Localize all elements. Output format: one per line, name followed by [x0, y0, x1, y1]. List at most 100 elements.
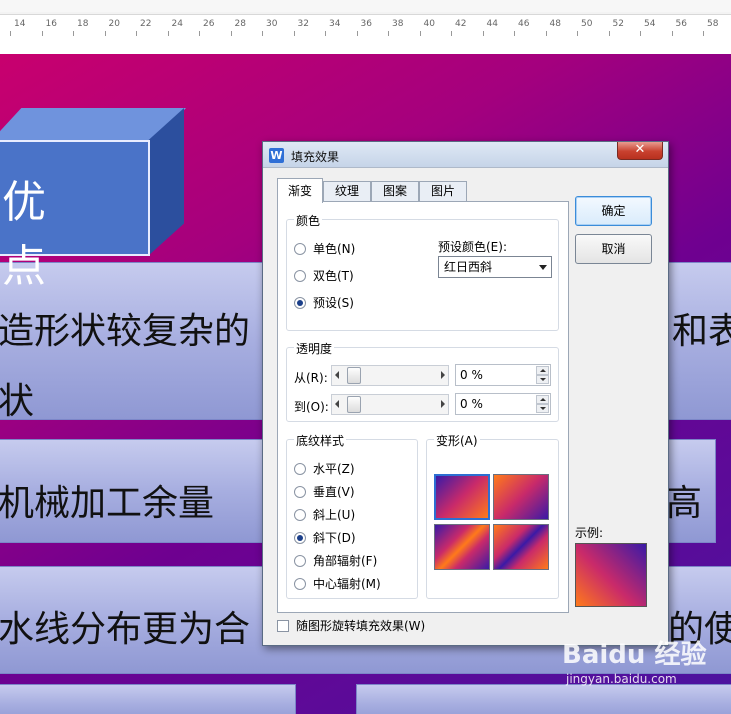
color-group-title: 颜色: [294, 212, 323, 229]
transparency-to-label: 到(O):: [294, 400, 329, 414]
radio-preset[interactable]: 预设(S): [294, 294, 354, 311]
spinner-buttons: [536, 366, 549, 384]
content-bar-4[interactable]: [0, 684, 296, 714]
ruler-number: 58: [707, 19, 719, 29]
radio-diagonal-down[interactable]: 斜下(D): [294, 529, 356, 546]
tab-pattern[interactable]: 图案: [371, 181, 419, 202]
slider-left-arrow-icon[interactable]: [335, 400, 339, 408]
spinner-buttons: [536, 395, 549, 413]
radio-one-color-label: 单色(N): [313, 242, 356, 256]
spin-up-icon[interactable]: [536, 366, 549, 375]
close-button[interactable]: ✕: [617, 142, 663, 160]
ruler-number: 42: [455, 19, 467, 29]
slider-right-arrow-icon[interactable]: [441, 400, 445, 408]
transparency-from-label: 从(R):: [294, 371, 328, 385]
ruler-tick: [451, 31, 452, 36]
ruler-tick: [482, 31, 484, 36]
variants-group: 变形(A): [426, 432, 559, 599]
ruler-number: 50: [581, 19, 593, 29]
ruler-tick: [640, 31, 641, 36]
transparency-from-value: 0 %: [460, 368, 483, 382]
tab-texture[interactable]: 纹理: [323, 181, 371, 202]
cancel-button[interactable]: 取消: [575, 234, 652, 264]
preset-colors-label: 预设颜色(E):: [438, 240, 507, 254]
horizontal-ruler: 14 16 18 20 22 24 26 28 30 32 34 36 38 40 42 44 46 48 50 52…: [0, 0, 731, 36]
gradient-panel: 颜色 单色(N) 双色(T) 预设(S) 预设颜色(E): 红日西斜 透明度 从…: [277, 201, 569, 613]
radio-diagonal-down-indicator: [294, 531, 306, 544]
radio-one-color[interactable]: 单色(N): [294, 240, 355, 257]
radio-two-colors-label: 双色(T): [313, 269, 354, 283]
radio-from-center[interactable]: 中心辐射(M): [294, 575, 381, 592]
ruler-number: 46: [518, 19, 530, 29]
radio-horizontal-indicator: [294, 462, 306, 475]
variant-1[interactable]: [434, 474, 490, 520]
ruler-tick: [262, 31, 263, 36]
ruler-tick: [293, 31, 295, 36]
radio-diagonal-up-label: 斜上(U): [313, 508, 356, 522]
transparency-from-spinner[interactable]: 0 %: [455, 364, 551, 386]
radio-diagonal-up[interactable]: 斜上(U): [294, 506, 355, 523]
shading-styles-title: 底纹样式: [294, 432, 347, 449]
spin-down-icon[interactable]: [536, 404, 549, 413]
dialog-title: 填充效果: [291, 150, 340, 164]
spin-down-icon[interactable]: [536, 375, 549, 384]
ruler-tick: [10, 31, 11, 36]
slider-right-arrow-icon[interactable]: [441, 371, 445, 379]
ruler-tick: [356, 31, 358, 36]
radio-horizontal[interactable]: 水平(Z): [294, 460, 355, 477]
variant-2[interactable]: [493, 474, 549, 520]
cube-label: 优 点: [2, 177, 46, 292]
color-group: 颜色 单色(N) 双色(T) 预设(S) 预设颜色(E): 红日西斜: [286, 212, 559, 331]
ruler-tick: [136, 31, 137, 36]
slide-line-2-tail: 高: [666, 483, 703, 524]
ruler-number: 24: [171, 19, 183, 29]
spin-up-icon[interactable]: [536, 395, 549, 404]
ok-button[interactable]: 确定: [575, 196, 652, 226]
slide-line-3: 水线分布更为合: [0, 609, 251, 650]
radio-from-corner-indicator: [294, 554, 306, 567]
tab-picture[interactable]: 图片: [419, 181, 467, 202]
transparency-to-slider[interactable]: [331, 394, 449, 415]
transparency-group: 透明度 从(R): 0 % 到(O): 0 %: [286, 340, 559, 422]
slide-line-1: 造形状较复杂的: [0, 311, 251, 352]
slide-line-2: 机械加工余量: [0, 483, 215, 524]
ruler-tick: [73, 31, 74, 36]
ruler-tick: [608, 31, 610, 36]
ruler-tick: [325, 31, 326, 36]
dialog-titlebar[interactable]: W 填充效果 ✕: [263, 142, 668, 168]
ruler-number: 34: [329, 19, 341, 29]
radio-vertical[interactable]: 垂直(V): [294, 483, 355, 500]
ruler-number: 32: [297, 19, 309, 29]
variant-4[interactable]: [493, 524, 549, 570]
radio-two-colors[interactable]: 双色(T): [294, 267, 354, 284]
radio-from-corner[interactable]: 角部辐射(F): [294, 552, 377, 569]
variant-3[interactable]: [434, 524, 490, 570]
radio-vertical-indicator: [294, 485, 306, 498]
transparency-from-slider[interactable]: [331, 365, 449, 386]
preset-colors-select[interactable]: 红日西斜: [438, 256, 552, 278]
sample-label: 示例:: [575, 526, 604, 540]
ruler-number: 16: [45, 19, 57, 29]
slider-left-arrow-icon[interactable]: [335, 371, 339, 379]
tab-gradient[interactable]: 渐变: [277, 178, 323, 203]
ruler-tick: [514, 31, 515, 36]
radio-two-colors-indicator: [294, 269, 306, 282]
radio-diagonal-up-indicator: [294, 508, 306, 521]
ruler-number: 56: [675, 19, 687, 29]
preset-colors-value: 红日西斜: [444, 260, 493, 274]
rotate-with-shape-checkbox[interactable]: 随图形旋转填充效果(W): [277, 617, 425, 634]
radio-preset-label: 预设(S): [313, 296, 354, 310]
ruler-number: 54: [644, 19, 656, 29]
ruler-number: 30: [266, 19, 278, 29]
ruler-number: 36: [360, 19, 372, 29]
ruler-number: 48: [549, 19, 561, 29]
wps-app-icon: W: [269, 148, 284, 163]
ruler-tick: [388, 31, 389, 36]
slider-thumb[interactable]: [347, 396, 361, 413]
slider-thumb[interactable]: [347, 367, 361, 384]
slide-line-1b: 状: [0, 381, 35, 422]
transparency-to-spinner[interactable]: 0 %: [455, 393, 551, 415]
ruler-tick: [671, 31, 673, 36]
transparency-to-value: 0 %: [460, 397, 483, 411]
ruler-tick: [104, 31, 106, 36]
